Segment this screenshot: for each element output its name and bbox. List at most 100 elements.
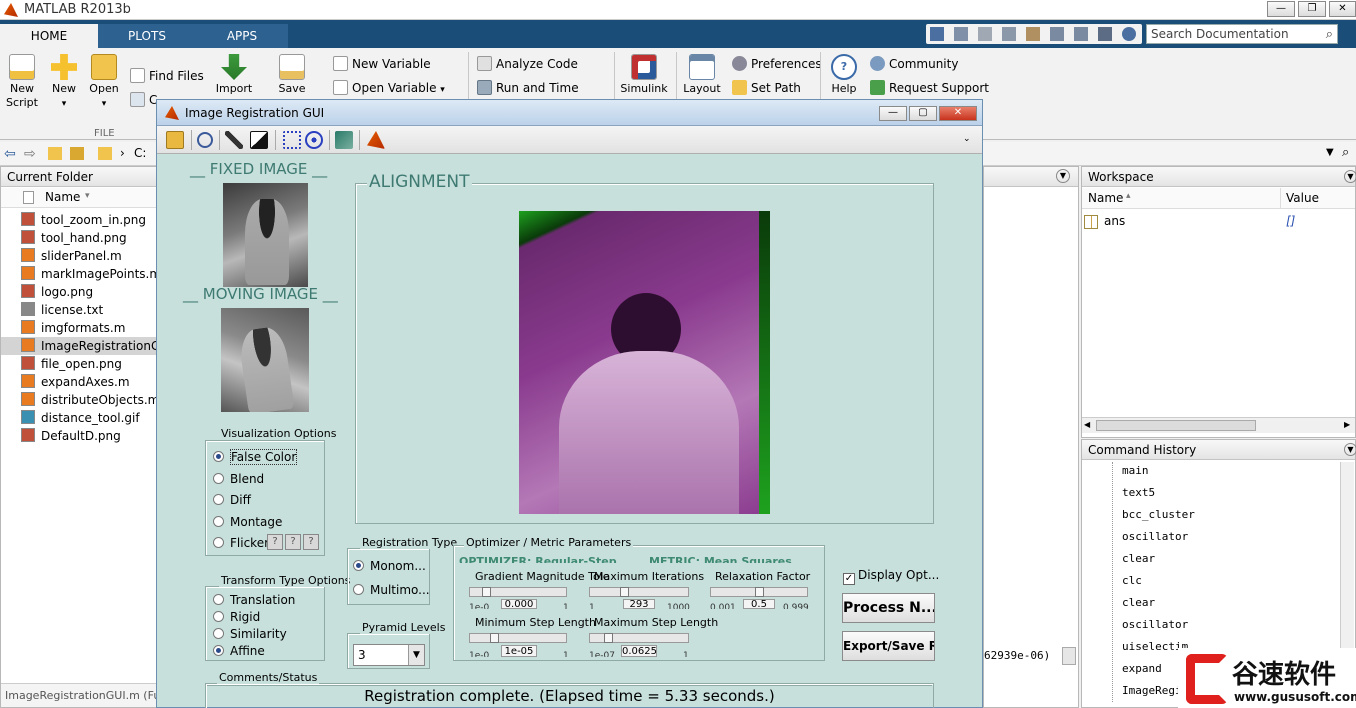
slider-thumb[interactable] [482, 587, 491, 597]
pyramid-levels-select[interactable]: 3 ▼ [353, 644, 425, 666]
visualization-radio[interactable]: Diff [213, 492, 251, 508]
folder-file-item[interactable]: tool_hand.png [21, 229, 157, 247]
flicker-control-button[interactable]: ? [303, 534, 319, 550]
folder-file-item[interactable]: expandAxes.m [21, 373, 157, 391]
workspace-column-header[interactable]: Name ▴ Value [1082, 188, 1355, 209]
new-script-button[interactable]: New Script [0, 54, 44, 110]
folder-column-header[interactable]: Name ▾ [1, 188, 157, 208]
scroll-thumb[interactable] [1096, 420, 1256, 431]
open-file-icon[interactable] [166, 131, 184, 149]
history-item[interactable]: bcc_cluster [1122, 504, 1252, 526]
scroll-right-icon[interactable]: ▶ [1344, 420, 1350, 429]
compare-button[interactable]: C [130, 92, 157, 108]
visualization-radio[interactable]: False Color [213, 449, 298, 465]
scroll-left-icon[interactable]: ◀ [1084, 420, 1090, 429]
transform-radio[interactable]: Translation [213, 592, 295, 608]
search-icon[interactable]: ⌕ [1326, 26, 1333, 44]
checkbox-checked-icon[interactable]: ✓ [843, 573, 855, 585]
gui-close-button[interactable]: ✕ [939, 106, 977, 121]
copy-icon[interactable] [1002, 27, 1016, 41]
flicker-control-button[interactable]: ? [285, 534, 301, 550]
transform-radio[interactable]: Rigid [213, 609, 260, 625]
relaxation-factor-slider[interactable] [710, 587, 808, 597]
folder-file-item[interactable]: DefaultD.png [21, 427, 157, 445]
save-workspace-button[interactable]: Save [270, 54, 314, 96]
help-button[interactable]: ? Help [822, 54, 866, 96]
layout-button[interactable]: Layout [680, 54, 724, 96]
back-arrow-icon[interactable]: ⇦ [4, 146, 16, 162]
max-step-length-slider[interactable] [589, 633, 689, 643]
crosshair-icon[interactable] [305, 131, 323, 149]
search-documentation-input[interactable]: Search Documentation ⌕ [1146, 24, 1338, 44]
folder-file-item[interactable]: markImagePoints.m [21, 265, 161, 283]
slider-thumb[interactable] [604, 633, 613, 643]
folder-file-item[interactable]: file_open.png [21, 355, 157, 373]
folder-file-item[interactable]: ImageRegistrationG [1, 337, 160, 355]
analyze-code-button[interactable]: Analyze Code [477, 56, 578, 72]
distance-tool-icon[interactable] [225, 131, 243, 149]
visualization-radio[interactable]: Montage [213, 514, 282, 530]
save-icon[interactable] [954, 27, 968, 41]
history-item[interactable]: clc [1122, 570, 1252, 592]
minimize-button[interactable]: — [1267, 1, 1295, 17]
history-item[interactable]: text5 [1122, 482, 1252, 504]
history-item[interactable]: clear [1122, 592, 1252, 614]
control-points-icon[interactable] [283, 131, 301, 149]
radio-empty-icon[interactable] [213, 515, 224, 527]
export-save-button[interactable]: Export/Save R... [842, 631, 935, 661]
registration-radio[interactable]: Monom... [353, 558, 426, 574]
transform-radio[interactable]: Similarity [213, 626, 287, 642]
visualization-radio[interactable]: Flicker [213, 535, 269, 551]
chevron-down-icon[interactable]: ▼ [408, 645, 424, 665]
process-button[interactable]: Process N... [842, 593, 935, 623]
folder-file-item[interactable]: sliderPanel.m [21, 247, 157, 265]
panel-menu-icon[interactable]: ▼ [1344, 443, 1356, 456]
cut-icon[interactable] [978, 27, 992, 41]
transform-radio[interactable]: Affine [213, 643, 265, 659]
gradient-tolerance-slider[interactable] [469, 587, 567, 597]
paste-icon[interactable] [1026, 27, 1040, 41]
gui-maximize-button[interactable]: ▢ [909, 106, 937, 121]
restore-button[interactable]: ❐ [1298, 1, 1326, 17]
min-step-length-slider[interactable] [469, 633, 567, 643]
preferences-button[interactable]: Preferences [732, 56, 822, 72]
radio-empty-icon[interactable] [213, 472, 224, 484]
display-options-checkbox[interactable]: ✓ Display Opt... [843, 568, 939, 585]
folder-file-item[interactable]: imgformats.m [21, 319, 157, 337]
tab-home[interactable]: HOME [0, 24, 98, 48]
new-variable-button[interactable]: New Variable [333, 56, 431, 72]
workspace-hscrollbar[interactable]: ◀ ▶ [1082, 417, 1355, 433]
transform-icon[interactable] [335, 131, 353, 149]
radio-empty-icon[interactable] [213, 537, 224, 548]
registration-radio[interactable]: Multimo... [353, 582, 430, 598]
folder-file-item[interactable]: logo.png [21, 283, 157, 301]
panel-menu-icon[interactable]: ▼ [1344, 170, 1356, 183]
undo-icon[interactable] [1050, 27, 1064, 41]
community-button[interactable]: Community [870, 56, 958, 72]
radio-selected-icon[interactable] [213, 645, 224, 656]
path-dropdown-icon[interactable]: ▼ [1326, 147, 1334, 158]
tab-plots[interactable]: PLOTS [98, 24, 196, 48]
history-item[interactable]: main [1122, 460, 1252, 482]
visualization-radio[interactable]: Blend [213, 471, 264, 487]
radio-empty-icon[interactable] [353, 584, 364, 595]
slider-thumb[interactable] [620, 587, 629, 597]
command-scrollbar[interactable] [1062, 647, 1076, 665]
history-item[interactable]: oscillator [1122, 526, 1252, 548]
radio-selected-icon[interactable] [353, 560, 364, 571]
radio-empty-icon[interactable] [213, 594, 224, 605]
close-button[interactable]: ✕ [1329, 1, 1356, 17]
radio-empty-icon[interactable] [213, 628, 224, 639]
folder-file-item[interactable]: license.txt [21, 301, 157, 319]
open-button[interactable]: Open ▾ [82, 54, 126, 111]
set-path-button[interactable]: Set Path [732, 80, 801, 96]
matlab-logo-icon[interactable] [367, 131, 385, 149]
slider-thumb[interactable] [755, 587, 764, 597]
history-item[interactable]: clear [1122, 548, 1252, 570]
up-folder-icon[interactable] [48, 147, 62, 160]
path-drive[interactable]: C: [134, 146, 146, 160]
max-iterations-slider[interactable] [589, 587, 689, 597]
gui-minimize-button[interactable]: — [879, 106, 907, 121]
radio-empty-icon[interactable] [213, 494, 224, 505]
forward-arrow-icon[interactable]: ⇨ [24, 146, 36, 162]
